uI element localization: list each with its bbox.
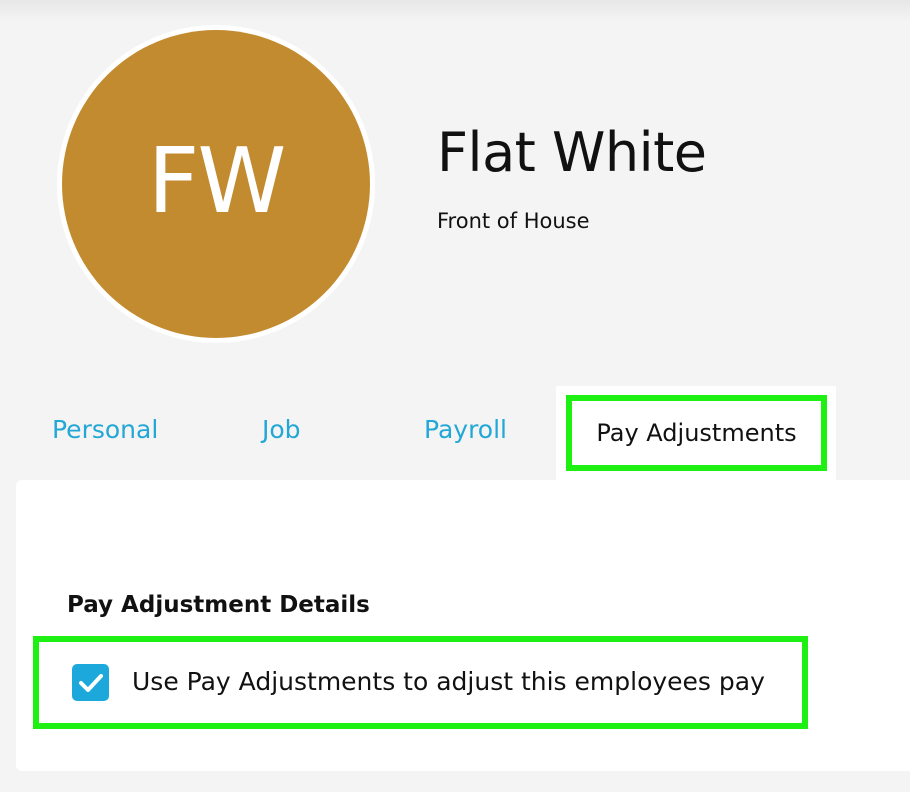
top-shadow: [0, 0, 910, 22]
tab-pay-adjustments-label: Pay Adjustments: [596, 419, 797, 447]
section-title: Pay Adjustment Details: [67, 592, 370, 618]
avatar-circle: FW: [62, 30, 370, 338]
tab-pay-adjustments[interactable]: Pay Adjustments: [566, 395, 827, 471]
use-pay-adjustments-label: Use Pay Adjustments to adjust this emplo…: [132, 667, 765, 696]
employee-department: Front of House: [437, 209, 590, 233]
avatar: FW: [57, 25, 375, 343]
tab-job[interactable]: Job: [262, 417, 301, 442]
use-pay-adjustments-option[interactable]: Use Pay Adjustments to adjust this emplo…: [33, 636, 808, 729]
use-pay-adjustments-checkbox[interactable]: [72, 664, 109, 701]
checkmark-icon: [78, 673, 103, 692]
avatar-initials: FW: [147, 129, 287, 234]
tab-payroll[interactable]: Payroll: [424, 417, 507, 442]
employee-name: Flat White: [437, 121, 707, 184]
tab-personal[interactable]: Personal: [52, 417, 158, 442]
